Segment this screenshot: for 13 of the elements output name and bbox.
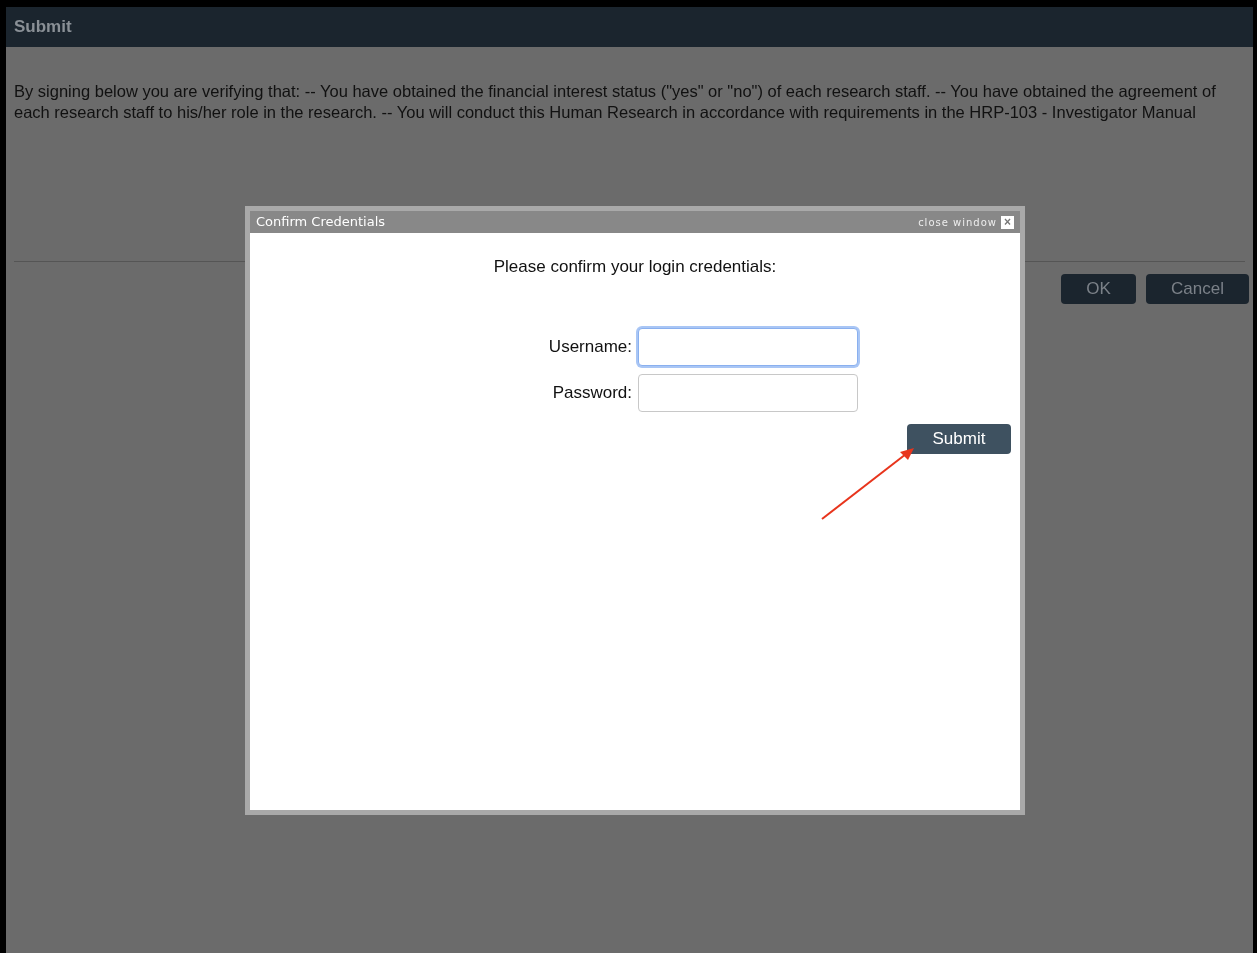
field-label: Username: [547,335,633,358]
close-window-link[interactable]: close window [918,214,997,230]
dialog-button[interactable]: OK [1061,274,1136,304]
dialog-button[interactable]: Cancel [1146,274,1249,304]
prompt-text: Please confirm your login credentials: [493,256,777,278]
page-title: Submit [14,16,72,39]
close-icon[interactable]: × [1001,215,1014,229]
submit-button[interactable]: Submit [907,423,1011,454]
field-label: Password: [551,381,633,404]
statement-text: By signing below you are verifying that: -- You have obtained the financial interest status ("yes" or "no") of each research staff. -- You have obtained the agreement of each research staff to his/her role in the research. -- You will conduct this Human Research in accordance with requirements in the HRP-103 - Investigator Manual [13,81,1217,123]
dialog-title: Confirm Credentials [256,213,386,232]
input-field[interactable] [638,373,858,412]
input-field[interactable] [638,327,858,366]
